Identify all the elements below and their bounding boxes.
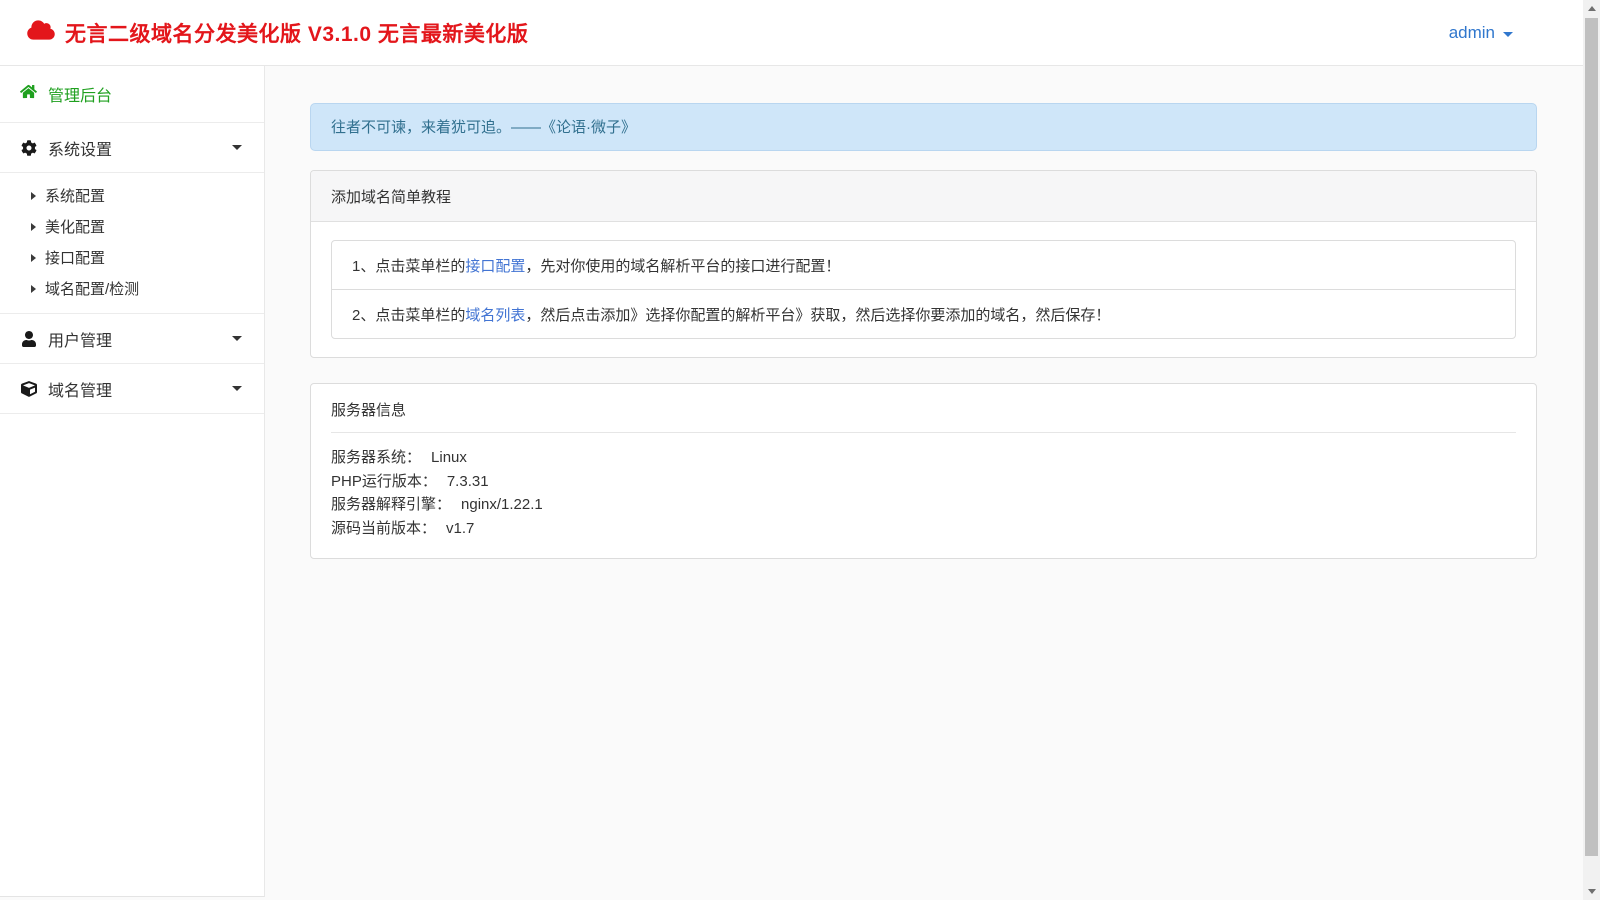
triangle-right-icon	[31, 192, 36, 200]
php-version-value: 7.3.31	[447, 473, 489, 490]
brand-title: 无言二级域名分发美化版 V3.1.0 无言最新美化版	[65, 18, 528, 48]
cube-icon	[20, 381, 37, 397]
server-info-body: 服务器系统： Linux PHP运行版本： 7.3.31 服务器解释引擎： nginx…	[311, 433, 1536, 558]
home-icon	[20, 84, 37, 104]
user-icon	[20, 331, 37, 347]
domain-list-link[interactable]: 域名列表	[465, 307, 525, 324]
chevron-down-icon	[232, 145, 242, 150]
sidebar-item-label: 系统配置	[45, 185, 105, 206]
server-engine-label: 服务器解释引擎：	[331, 496, 451, 513]
tutorial-panel-body: 1、点击菜单栏的接口配置，先对你使用的域名解析平台的接口进行配置！ 2、点击菜单…	[311, 222, 1536, 357]
sidebar-item-label: 接口配置	[45, 247, 105, 268]
php-version-row: PHP运行版本： 7.3.31	[331, 470, 1516, 494]
chevron-down-icon	[232, 386, 242, 391]
sidebar-item-label: 美化配置	[45, 216, 105, 237]
scroll-down-button[interactable]	[1583, 883, 1600, 900]
triangle-right-icon	[31, 223, 36, 231]
server-os-value: Linux	[431, 449, 467, 466]
sidebar-item-domain-management[interactable]: 域名管理	[0, 364, 264, 414]
vertical-scrollbar[interactable]	[1583, 0, 1600, 900]
sidebar-item-user-management[interactable]: 用户管理	[0, 314, 264, 364]
sidebar-item-system-config[interactable]: 系统配置	[0, 180, 264, 211]
sidebar-item-system-settings[interactable]: 系统设置	[0, 123, 264, 173]
tutorial-step-1: 1、点击菜单栏的接口配置，先对你使用的域名解析平台的接口进行配置！	[332, 241, 1515, 289]
gear-icon	[20, 140, 37, 156]
step-text: 1、点击菜单栏的	[352, 258, 465, 275]
tutorial-panel-title: 添加域名简单教程	[311, 171, 1536, 222]
api-config-link[interactable]: 接口配置	[465, 258, 525, 275]
user-dropdown[interactable]: admin	[1449, 0, 1513, 66]
chevron-down-icon	[232, 336, 242, 341]
server-engine-row: 服务器解释引擎： nginx/1.22.1	[331, 493, 1516, 517]
brand[interactable]: 无言二级域名分发美化版 V3.1.0 无言最新美化版	[0, 0, 1583, 65]
scroll-up-button[interactable]	[1583, 0, 1600, 17]
sidebar-item-label: 域名配置/检测	[45, 278, 139, 299]
source-version-label: 源码当前版本：	[331, 520, 436, 537]
chevron-down-icon	[1503, 32, 1513, 37]
sidebar-item-label: 域名管理	[48, 377, 232, 401]
sidebar-item-label: 用户管理	[48, 327, 232, 351]
server-info-panel: 服务器信息 服务器系统： Linux PHP运行版本： 7.3.31 服务器解释引擎…	[310, 383, 1537, 559]
top-header: 无言二级域名分发美化版 V3.1.0 无言最新美化版 admin	[0, 0, 1583, 66]
cloud-icon	[27, 19, 55, 47]
triangle-right-icon	[31, 254, 36, 262]
tutorial-panel: 添加域名简单教程 1、点击菜单栏的接口配置，先对你使用的域名解析平台的接口进行配…	[310, 170, 1537, 358]
sidebar-item-label: 系统设置	[48, 136, 232, 160]
server-engine-value: nginx/1.22.1	[461, 496, 543, 513]
sidebar-item-api-config[interactable]: 接口配置	[0, 242, 264, 273]
app-window: 无言二级域名分发美化版 V3.1.0 无言最新美化版 admin 管理后台 系统…	[0, 0, 1600, 900]
sidebar-item-label: 管理后台	[48, 82, 112, 106]
username: admin	[1449, 23, 1495, 43]
sidebar-item-domain-config-check[interactable]: 域名配置/检测	[0, 273, 264, 304]
server-os-row: 服务器系统： Linux	[331, 446, 1516, 470]
notice-banner: 往者不可谏，来着犹可追。——《论语·微子》	[310, 103, 1537, 151]
main-content: 往者不可谏，来着犹可追。——《论语·微子》 添加域名简单教程 1、点击菜单栏的接…	[266, 66, 1583, 900]
tutorial-step-list: 1、点击菜单栏的接口配置，先对你使用的域名解析平台的接口进行配置！ 2、点击菜单…	[331, 240, 1516, 339]
source-version-row: 源码当前版本： v1.7	[331, 517, 1516, 541]
sidebar: 管理后台 系统设置 系统配置 美化配置 接口配置 域名配置/检测	[0, 66, 265, 897]
source-version-value: v1.7	[446, 520, 474, 537]
scrollbar-thumb[interactable]	[1585, 18, 1598, 856]
system-settings-submenu: 系统配置 美化配置 接口配置 域名配置/检测	[0, 173, 264, 314]
step-text: ，然后点击添加》选择你配置的解析平台》获取，然后选择你要添加的域名，然后保存！	[525, 307, 1110, 324]
arrow-down-icon	[1588, 889, 1596, 894]
sidebar-item-admin-home[interactable]: 管理后台	[0, 66, 264, 123]
step-text: ，先对你使用的域名解析平台的接口进行配置！	[525, 258, 840, 275]
arrow-up-icon	[1588, 6, 1596, 11]
php-version-label: PHP运行版本：	[331, 473, 437, 490]
server-info-title: 服务器信息	[311, 384, 1536, 432]
sidebar-item-beautify-config[interactable]: 美化配置	[0, 211, 264, 242]
triangle-right-icon	[31, 285, 36, 293]
tutorial-step-2: 2、点击菜单栏的域名列表，然后点击添加》选择你配置的解析平台》获取，然后选择你要…	[332, 289, 1515, 338]
step-text: 2、点击菜单栏的	[352, 307, 465, 324]
server-os-label: 服务器系统：	[331, 449, 421, 466]
